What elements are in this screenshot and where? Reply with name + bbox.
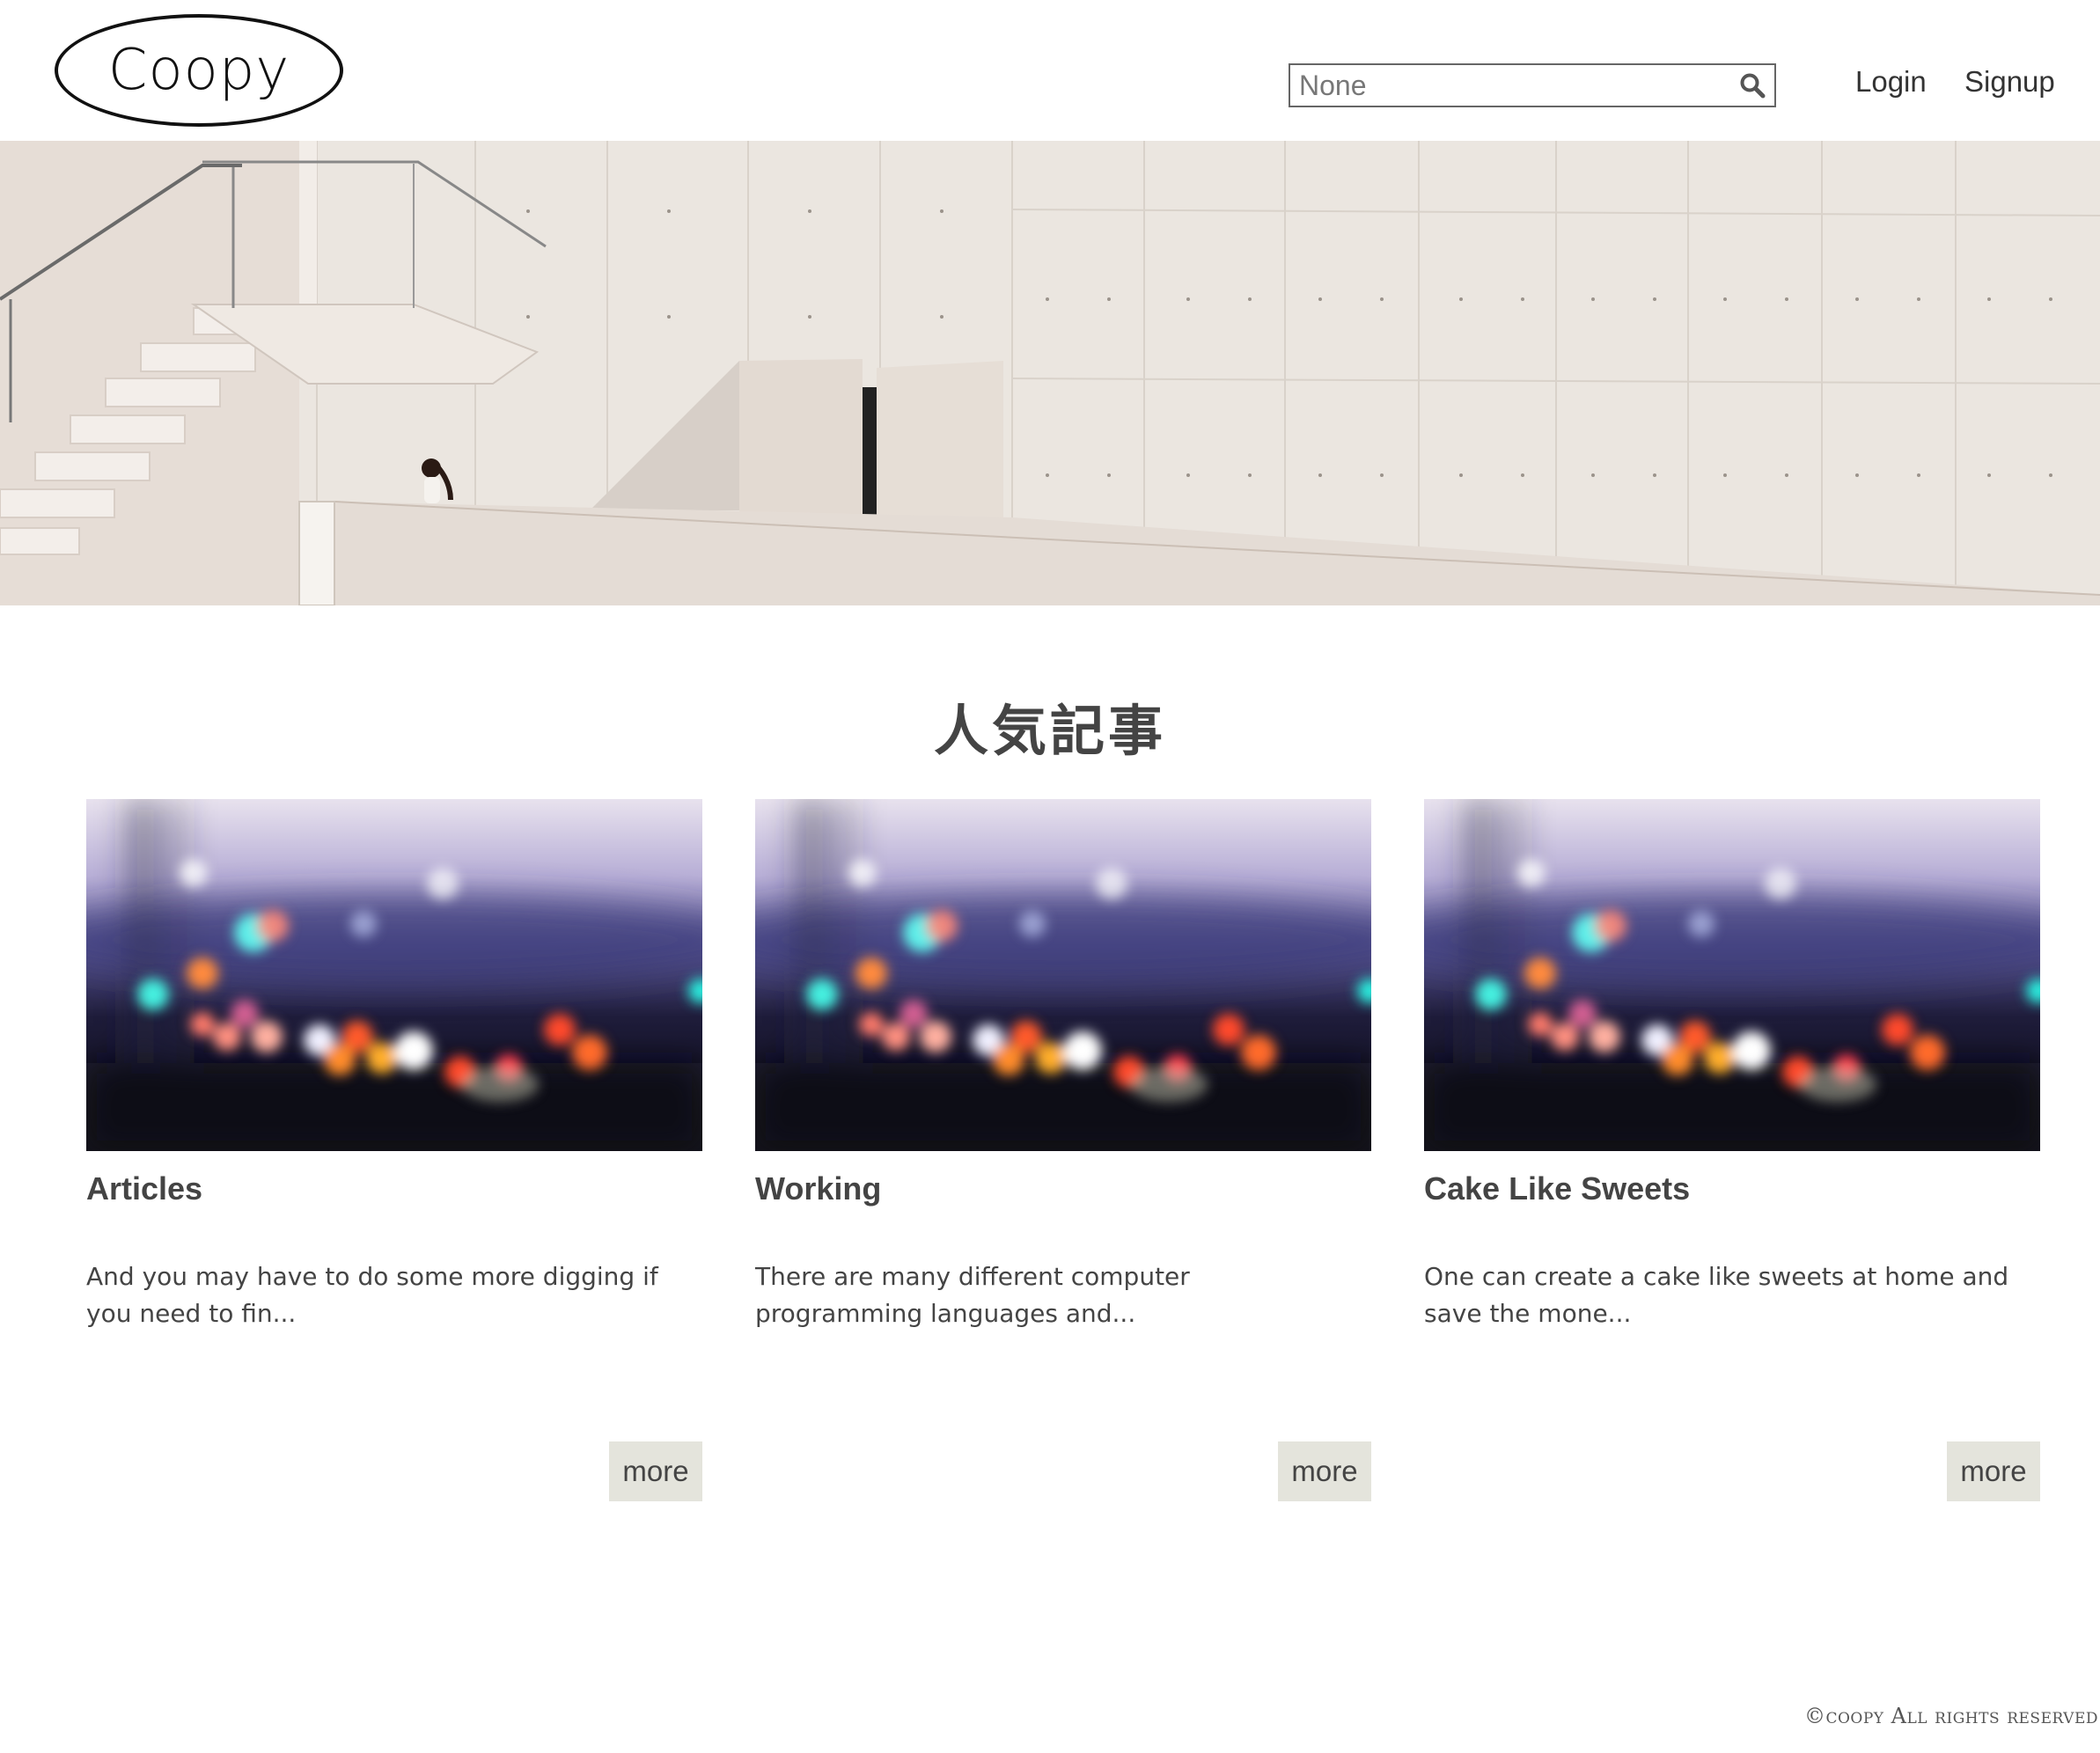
login-link[interactable]: Login — [1855, 65, 1927, 99]
search-bar — [1289, 63, 1776, 107]
article-excerpt: And you may have to do some more digging… — [86, 1262, 658, 1328]
article-card: Articles And you may have to do some mor… — [86, 799, 702, 1503]
more-button[interactable]: more — [609, 1441, 702, 1501]
article-excerpt: There are many different computer progra… — [755, 1262, 1190, 1328]
article-excerpt: One can create a cake like sweets at hom… — [1424, 1262, 2009, 1328]
popular-articles-title: 人気記事 — [933, 699, 1166, 763]
logo-text: Coopy — [107, 38, 290, 103]
article-card: Cake Like Sweets One can create a cake l… — [1424, 799, 2040, 1503]
article-thumbnail[interactable] — [755, 799, 1371, 1151]
site-logo[interactable]: Coopy — [55, 14, 343, 127]
site-header: Coopy Login Signup — [0, 0, 2100, 141]
search-input[interactable] — [1290, 65, 1730, 106]
more-button[interactable]: more — [1947, 1441, 2040, 1501]
article-card: Working There are many different compute… — [755, 799, 1371, 1503]
more-button[interactable]: more — [1278, 1441, 1371, 1501]
search-icon — [1740, 73, 1766, 99]
article-thumbnail[interactable] — [1424, 799, 2040, 1151]
article-title[interactable]: Working — [755, 1170, 1371, 1207]
signup-link[interactable]: Signup — [1964, 65, 2055, 99]
footer-copyright: ©coopy All rights reserved — [1803, 1704, 2098, 1728]
hero-photo — [0, 141, 2100, 605]
hero-image — [0, 141, 2100, 605]
article-thumbnail[interactable] — [86, 799, 702, 1151]
article-title[interactable]: Cake Like Sweets — [1424, 1170, 2040, 1207]
article-title[interactable]: Articles — [86, 1170, 702, 1207]
search-button[interactable] — [1730, 65, 1774, 106]
